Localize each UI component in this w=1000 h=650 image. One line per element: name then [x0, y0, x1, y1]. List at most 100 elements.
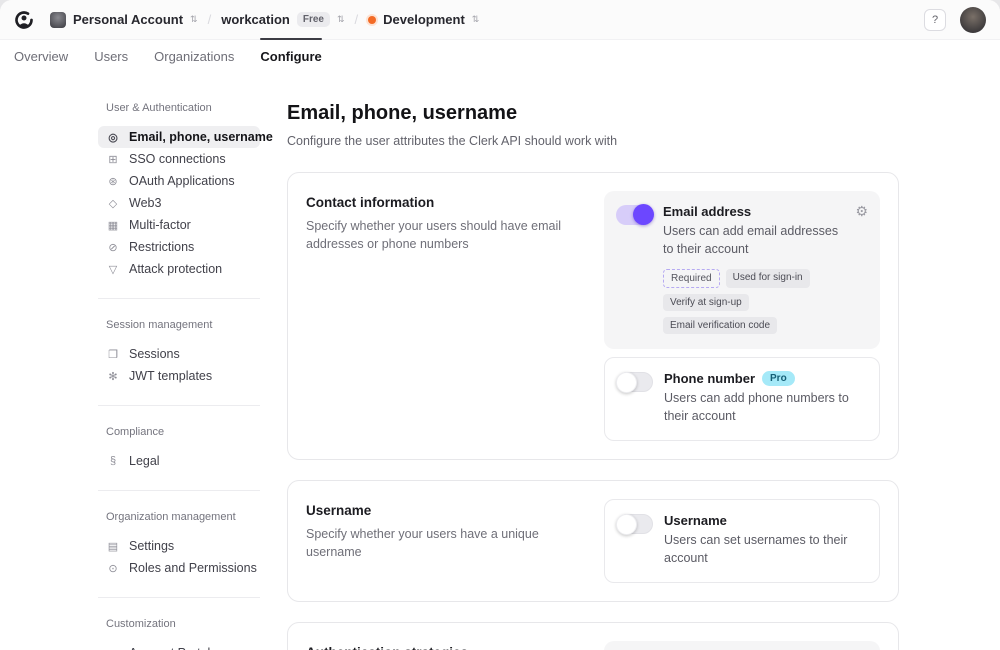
main-panel: Email, phone, username Configure the use…	[287, 102, 899, 650]
breadcrumb-separator: /	[208, 12, 212, 27]
breadcrumb: Personal Account ⇅ / workcation Free ⇅ /…	[50, 12, 479, 28]
phone-number-title: Phone number Pro	[664, 371, 867, 386]
username-card-intro: Username Specify whether your users have…	[306, 499, 580, 583]
email-address-toggle[interactable]	[616, 205, 652, 225]
sidebar-item-web3[interactable]: ◇ Web3	[98, 192, 260, 214]
sidebar-item-label: Settings	[129, 539, 174, 553]
phone-number-panel: Phone number Pro Users can add phone num…	[604, 357, 880, 441]
sidebar-section-compliance: Compliance § Legal	[98, 426, 260, 472]
email-settings-gear-icon[interactable]: ⚙	[852, 204, 868, 218]
username-card: Username Specify whether your users have…	[287, 480, 899, 602]
sidebar-item-label: OAuth Applications	[129, 174, 235, 188]
sidebar-divider	[98, 298, 260, 299]
sidebar-item-label: JWT templates	[129, 369, 212, 383]
sidebar-section-customization: Customization ◻ Account Portal ☺ Avatars…	[98, 618, 260, 650]
auth-card-controls: Password Users can sign in with a passwo…	[604, 641, 880, 650]
sidebar-section-organization-management: Organization management ▤ Settings ⊙ Rol…	[98, 511, 260, 579]
sidebar-item-multi-factor[interactable]: ▦ Multi-factor	[98, 214, 260, 236]
org-name: workcation	[221, 12, 290, 27]
sidebar-item-email-phone-username[interactable]: ◎ Email, phone, username	[98, 126, 260, 148]
sidebar-section-title: User & Authentication	[106, 102, 260, 114]
sidebar-item-restrictions[interactable]: ⊘ Restrictions	[98, 236, 260, 258]
email-address-panel: Email address Users can add email addres…	[604, 191, 880, 349]
tab-users[interactable]: Users	[94, 40, 128, 72]
breadcrumb-account-switcher[interactable]: Personal Account ⇅	[50, 12, 198, 28]
sidebar-item-label: Attack protection	[129, 262, 222, 276]
attack-protection-shield-icon: ▽	[106, 263, 120, 276]
tab-overview[interactable]: Overview	[14, 40, 68, 72]
sidebar-item-jwt-templates[interactable]: ✻ JWT templates	[98, 365, 260, 387]
sidebar-section-title: Organization management	[106, 511, 260, 523]
sidebar-section-title: Customization	[106, 618, 260, 630]
sidebar-section-session-management: Session management ❐ Sessions ✻ JWT temp…	[98, 319, 260, 387]
username-card-controls: Username Users can set usernames to thei…	[604, 499, 880, 583]
auth-card-intro: Authentication strategies Select the aut…	[306, 641, 580, 650]
phone-number-label: Phone number	[664, 371, 755, 386]
org-plan-badge: Free	[297, 12, 330, 27]
breadcrumb-separator: /	[355, 12, 359, 27]
phone-number-description: Users can add phone numbers to their acc…	[664, 390, 867, 425]
toggle-knob	[616, 372, 637, 393]
sidebar-item-oauth-applications[interactable]: ⊛ OAuth Applications	[98, 170, 260, 192]
sidebar-item-attack-protection[interactable]: ▽ Attack protection	[98, 258, 260, 280]
sidebar-item-label: Web3	[129, 196, 161, 210]
sidebar-item-legal[interactable]: § Legal	[98, 450, 260, 472]
breadcrumb-org-switcher[interactable]: workcation Free ⇅	[221, 12, 344, 27]
toggle-knob	[633, 204, 654, 225]
password-panel: Password Users can sign in with a passwo…	[604, 641, 880, 650]
sidebar-item-settings[interactable]: ▤ Settings	[98, 535, 260, 557]
header-actions: ?	[924, 7, 986, 33]
page-subtitle: Configure the user attributes the Clerk …	[287, 134, 899, 148]
jwt-templates-icon: ✻	[106, 370, 120, 383]
account-portal-icon: ◻	[106, 647, 120, 650]
username-toggle[interactable]	[617, 514, 653, 534]
chevron-sort-icon: ⇅	[337, 14, 345, 25]
sidebar-item-account-portal[interactable]: ◻ Account Portal	[98, 642, 260, 650]
tab-organizations[interactable]: Organizations	[154, 40, 234, 72]
card-title: Username	[306, 503, 580, 518]
breadcrumb-env-switcher[interactable]: Development ⇅	[368, 12, 479, 27]
badge-required: Required	[663, 269, 720, 288]
badge-used-for-sign-in: Used for sign-in	[726, 269, 810, 288]
contact-information-card: Contact information Specify whether your…	[287, 172, 899, 460]
sidebar-section-user-authentication: User & Authentication ◎ Email, phone, us…	[98, 102, 260, 280]
sidebar-item-roles-permissions[interactable]: ⊙ Roles and Permissions	[98, 557, 260, 579]
sidebar-item-label: SSO connections	[129, 152, 226, 166]
card-title: Contact information	[306, 195, 580, 210]
roles-permissions-icon: ⊙	[106, 562, 120, 575]
sidebar-section-title: Compliance	[106, 426, 260, 438]
sidebar-item-label: Restrictions	[129, 240, 194, 254]
email-address-badges: Required Used for sign-in Verify at sign…	[663, 269, 843, 334]
top-header: Personal Account ⇅ / workcation Free ⇅ /…	[0, 0, 1000, 40]
email-address-description: Users can add email addresses to their a…	[663, 223, 843, 258]
sidebar-item-label: Legal	[129, 454, 160, 468]
sidebar-item-label: Account Portal	[129, 646, 210, 650]
contact-card-controls: Email address Users can add email addres…	[604, 191, 880, 441]
phone-number-content: Phone number Pro Users can add phone num…	[664, 371, 867, 425]
email-phone-username-icon: ◎	[106, 131, 120, 144]
sidebar-item-label: Multi-factor	[129, 218, 191, 232]
help-button[interactable]: ?	[924, 9, 946, 31]
chevron-sort-icon: ⇅	[472, 14, 480, 25]
sidebar-item-sso-connections[interactable]: ⊞ SSO connections	[98, 148, 260, 170]
contact-card-intro: Contact information Specify whether your…	[306, 191, 580, 441]
username-content: Username Users can set usernames to thei…	[664, 513, 867, 567]
app-window: Personal Account ⇅ / workcation Free ⇅ /…	[0, 0, 1000, 650]
phone-number-toggle[interactable]	[617, 372, 653, 392]
environment-dot-icon	[368, 16, 376, 24]
sidebar-section-title: Session management	[106, 319, 260, 331]
clerk-logo-icon[interactable]	[14, 10, 34, 30]
sidebar-divider	[98, 597, 260, 598]
main-nav-tabs: Overview Users Organizations Configure	[0, 40, 1000, 72]
sidebar-item-label: Roles and Permissions	[129, 561, 257, 575]
sidebar-item-label: Sessions	[129, 347, 180, 361]
account-avatar	[50, 12, 66, 28]
sidebar-divider	[98, 405, 260, 406]
user-avatar[interactable]	[960, 7, 986, 33]
legal-icon: §	[106, 455, 120, 467]
username-title: Username	[664, 513, 867, 528]
sidebar-item-sessions[interactable]: ❐ Sessions	[98, 343, 260, 365]
page-title: Email, phone, username	[287, 102, 899, 125]
username-description: Users can set usernames to their account	[664, 532, 867, 567]
tab-configure[interactable]: Configure	[260, 40, 321, 72]
